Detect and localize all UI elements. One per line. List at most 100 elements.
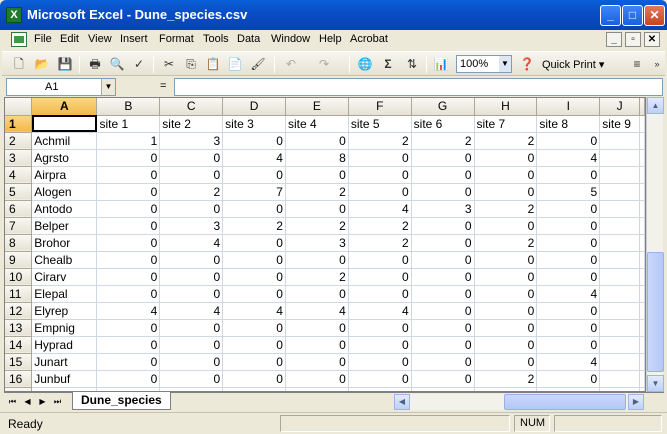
cell[interactable]: 0 [536, 370, 601, 388]
cell[interactable]: 4 [536, 149, 601, 167]
cell[interactable]: 4 [159, 234, 224, 252]
workbook-icon[interactable] [11, 32, 27, 47]
cell[interactable]: 4 [222, 302, 286, 320]
cell[interactable]: site 2 [159, 115, 224, 133]
cell[interactable]: 0 [159, 336, 224, 354]
cell[interactable]: 0 [222, 234, 286, 252]
cell[interactable]: site 9 [599, 115, 640, 133]
cell[interactable] [639, 302, 645, 320]
cell[interactable] [639, 268, 645, 286]
cell[interactable]: 0 [222, 285, 286, 303]
spelling-icon[interactable]: ✓ [130, 56, 148, 73]
cell[interactable] [599, 217, 640, 235]
new-icon[interactable]: 🗋 [10, 56, 28, 73]
cell[interactable]: 0 [222, 251, 286, 269]
cell[interactable]: 7 [222, 183, 286, 201]
cell[interactable]: 2 [348, 132, 412, 150]
doc-close-button[interactable]: ✕ [644, 32, 660, 47]
cell[interactable]: 0 [222, 132, 286, 150]
cell[interactable]: Empnig [31, 319, 98, 337]
cell[interactable]: 0 [285, 336, 349, 354]
cell[interactable] [639, 234, 645, 252]
cell[interactable]: 2 [285, 217, 349, 235]
cell[interactable]: 4 [96, 302, 161, 320]
cell[interactable]: 0 [474, 149, 538, 167]
cell[interactable]: 3 [159, 217, 224, 235]
row-header[interactable]: 6 [5, 200, 33, 218]
cell[interactable]: 0 [536, 268, 601, 286]
minimize-button[interactable]: _ [600, 5, 621, 26]
cell[interactable]: 0 [474, 319, 538, 337]
name-box[interactable]: A1 ▼ [6, 78, 116, 96]
cell[interactable]: site 3 [222, 115, 286, 133]
first-sheet-icon[interactable]: ⏮ [6, 395, 19, 409]
cell[interactable]: Cirarv [31, 268, 98, 286]
cell[interactable]: 2 [474, 132, 538, 150]
cell[interactable] [639, 370, 645, 388]
cut-icon[interactable]: ✂ [160, 56, 178, 73]
column-header[interactable]: H [474, 98, 538, 116]
cell[interactable]: 0 [96, 268, 161, 286]
cell[interactable]: 0 [411, 149, 475, 167]
cell[interactable] [599, 319, 640, 337]
cell[interactable]: 0 [474, 217, 538, 235]
chevron-down-icon[interactable]: ▼ [499, 56, 511, 72]
cell[interactable]: 2 [159, 183, 224, 201]
cell[interactable]: 2 [474, 370, 538, 388]
cell[interactable]: 0 [348, 251, 412, 269]
cell[interactable]: 0 [536, 234, 601, 252]
row-header[interactable]: 5 [5, 183, 33, 201]
vertical-scrollbar[interactable]: ▲ ▼ [646, 97, 664, 392]
cell[interactable]: 0 [474, 268, 538, 286]
cell[interactable]: site 6 [411, 115, 475, 133]
cell[interactable] [599, 370, 640, 388]
cell[interactable]: 3 [285, 234, 349, 252]
cell[interactable] [639, 319, 645, 337]
cell[interactable]: 0 [222, 370, 286, 388]
menu-acrobat[interactable]: Acrobat [350, 33, 388, 45]
column-header[interactable]: J [599, 98, 640, 116]
row-header[interactable]: 12 [5, 302, 33, 320]
cell[interactable]: 0 [348, 166, 412, 184]
print-icon[interactable]: 🖶 [86, 56, 104, 73]
cell[interactable]: 0 [536, 336, 601, 354]
cell[interactable]: Brohor [31, 234, 98, 252]
cell[interactable] [599, 183, 640, 201]
doc-minimize-button[interactable]: _ [606, 32, 622, 47]
cell[interactable]: 0 [96, 234, 161, 252]
select-all-corner[interactable] [5, 98, 33, 116]
cell[interactable] [31, 115, 98, 133]
worksheet-grid[interactable]: ABCDEFGHIJ 1 site 1 site 2 site 3 site 4 site… [4, 97, 646, 392]
cell[interactable]: 0 [285, 166, 349, 184]
cell[interactable] [599, 336, 640, 354]
cell[interactable] [639, 353, 645, 371]
cell[interactable] [639, 251, 645, 269]
cell[interactable]: 0 [536, 217, 601, 235]
cell[interactable]: Alogen [31, 183, 98, 201]
cell[interactable]: Belper [31, 217, 98, 235]
cell[interactable]: 4 [285, 302, 349, 320]
cell[interactable]: 4 [536, 285, 601, 303]
cell[interactable]: 0 [411, 336, 475, 354]
row-header[interactable]: 2 [5, 132, 33, 150]
cell[interactable] [599, 353, 640, 371]
cell[interactable]: Agrsto [31, 149, 98, 167]
hyperlink-icon[interactable]: 🌐 [356, 56, 374, 73]
menu-edit[interactable]: Edit [60, 33, 79, 45]
horizontal-scroll-thumb[interactable] [504, 394, 626, 410]
cell[interactable]: 0 [222, 200, 286, 218]
cell[interactable] [599, 302, 640, 320]
cell[interactable]: 0 [222, 268, 286, 286]
cell[interactable] [639, 115, 645, 133]
cell[interactable]: 0 [411, 217, 475, 235]
row-header[interactable]: 15 [5, 353, 33, 371]
cell[interactable]: 0 [411, 251, 475, 269]
row-header[interactable]: 9 [5, 251, 33, 269]
column-header[interactable]: G [411, 98, 475, 116]
column-header[interactable]: E [285, 98, 349, 116]
cell[interactable]: 0 [348, 353, 412, 371]
cell[interactable] [639, 217, 645, 235]
cell[interactable]: 0 [159, 149, 224, 167]
cell[interactable]: 2 [285, 183, 349, 201]
cell[interactable]: site 1 [96, 115, 161, 133]
